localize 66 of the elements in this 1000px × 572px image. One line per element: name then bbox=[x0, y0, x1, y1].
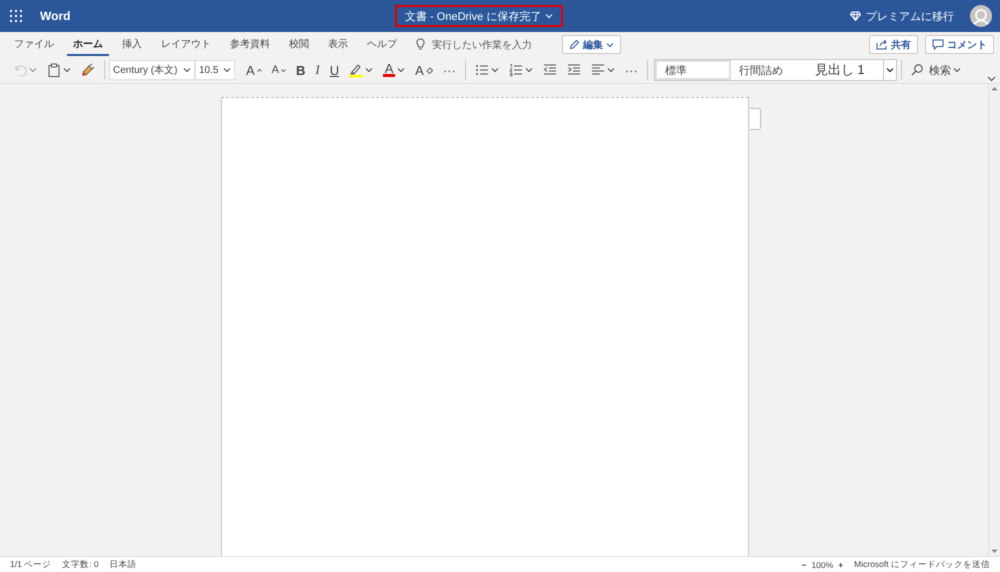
caret-down-icon bbox=[281, 68, 286, 72]
style-option[interactable]: 標準 bbox=[654, 60, 731, 80]
zoom-in-button[interactable]: + bbox=[838, 560, 844, 570]
bold-button[interactable]: B bbox=[291, 58, 310, 82]
app-launcher-icon[interactable] bbox=[10, 10, 22, 22]
editing-mode-button[interactable]: 編集 bbox=[562, 35, 621, 54]
clear-formatting-button[interactable]: A bbox=[410, 58, 438, 82]
find-button[interactable]: 検索 bbox=[906, 58, 966, 82]
caret-icon bbox=[545, 13, 554, 19]
status-text: 文字数: 0 bbox=[62, 558, 99, 570]
undo-icon bbox=[13, 62, 27, 78]
bullet-list-icon bbox=[474, 62, 489, 78]
ribbon-tab[interactable]: レイアウト bbox=[155, 33, 217, 56]
ribbon-tab[interactable]: ヘルプ bbox=[361, 33, 403, 56]
caret-icon bbox=[183, 67, 191, 73]
app-name[interactable]: Word bbox=[40, 9, 70, 23]
share-button[interactable]: 共有 bbox=[869, 35, 918, 54]
caret-icon bbox=[606, 42, 614, 48]
status-text: 日本語 bbox=[110, 558, 137, 570]
scroll-up-icon[interactable] bbox=[991, 86, 998, 91]
pencil-icon bbox=[569, 39, 580, 50]
styles-dropdown-button[interactable] bbox=[882, 60, 896, 80]
caret-icon bbox=[952, 67, 961, 73]
style-option[interactable]: 行間詰め bbox=[730, 60, 807, 80]
align-left-icon bbox=[590, 62, 605, 78]
comment-button[interactable]: コメント bbox=[925, 35, 994, 54]
ribbon-tab[interactable]: 挿入 bbox=[116, 33, 148, 56]
ribbon-tab[interactable]: 参考資料 bbox=[224, 33, 276, 56]
premium-button[interactable]: プレミアムに移行 bbox=[850, 8, 954, 24]
tell-me-field[interactable]: 実行したい作業を入力 bbox=[432, 38, 532, 52]
share-icon bbox=[876, 39, 888, 50]
more-options-button[interactable]: ··· bbox=[620, 58, 643, 82]
font-size-field[interactable]: 10.5 bbox=[195, 60, 235, 80]
shrink-font-button[interactable]: A bbox=[266, 58, 292, 82]
caret-icon bbox=[223, 67, 231, 73]
underline-button[interactable]: U bbox=[324, 58, 344, 82]
font-color-button[interactable]: A bbox=[378, 58, 410, 82]
scroll-down-icon[interactable] bbox=[991, 549, 998, 554]
diamond-icon bbox=[850, 11, 861, 21]
collapse-ribbon-icon[interactable] bbox=[987, 76, 996, 82]
paintbrush-icon bbox=[81, 62, 95, 78]
more-options-button[interactable]: ··· bbox=[438, 58, 461, 82]
feedback-link[interactable]: Microsoft にフィードバックを送信 bbox=[854, 558, 990, 570]
zoom-out-button[interactable]: − bbox=[801, 560, 806, 570]
search-icon bbox=[910, 64, 923, 76]
avatar-icon[interactable] bbox=[970, 5, 992, 27]
vertical-scrollbar[interactable] bbox=[988, 84, 1000, 556]
ribbon-tab[interactable]: ファイル bbox=[8, 33, 60, 56]
ribbon-tab[interactable]: 校閲 bbox=[283, 33, 315, 56]
increase-indent-icon bbox=[566, 62, 581, 78]
highlighter-icon bbox=[349, 62, 364, 78]
caret-icon bbox=[886, 67, 894, 73]
lightbulb-icon bbox=[416, 38, 425, 51]
style-option[interactable]: 見出し 1 bbox=[806, 60, 883, 80]
ribbon-tab[interactable]: 表示 bbox=[322, 33, 354, 56]
zoom-level: 100% bbox=[811, 560, 834, 570]
caret-up-icon bbox=[256, 68, 262, 72]
numbered-list-icon bbox=[508, 62, 523, 78]
speech-bubble-icon bbox=[932, 39, 944, 50]
grow-font-button[interactable]: A bbox=[241, 58, 267, 82]
clipboard-icon bbox=[47, 62, 61, 78]
decrease-indent-icon bbox=[542, 62, 557, 78]
font-name-field[interactable]: Century (本文) bbox=[109, 60, 195, 80]
italic-button[interactable]: I bbox=[310, 58, 325, 82]
status-text: 1/1 ページ bbox=[10, 558, 52, 570]
document-title[interactable]: 文書 - OneDrive に保存完了 bbox=[395, 5, 564, 27]
